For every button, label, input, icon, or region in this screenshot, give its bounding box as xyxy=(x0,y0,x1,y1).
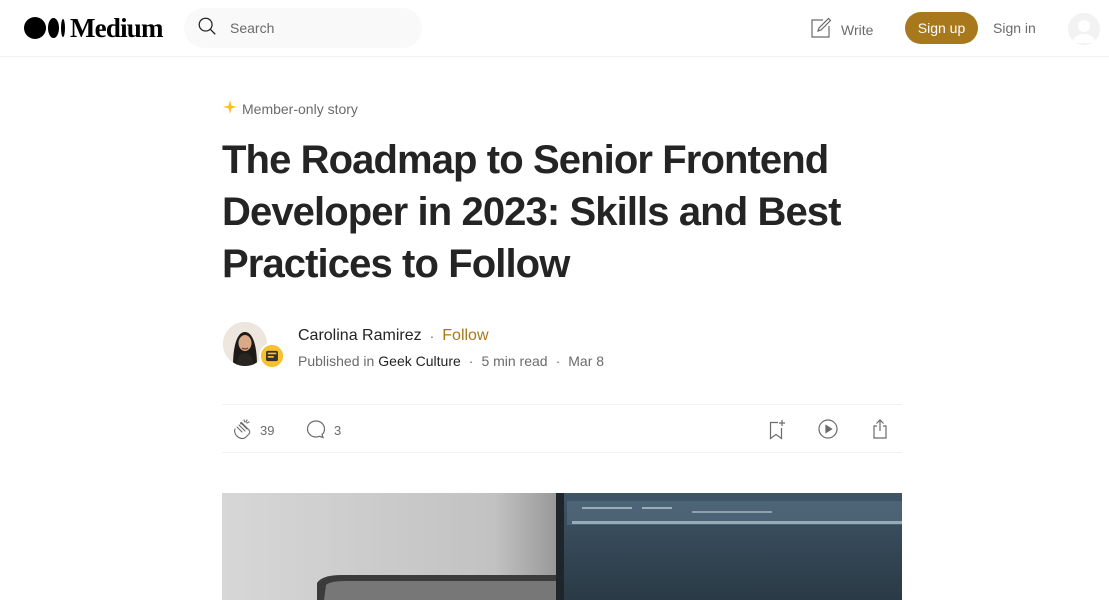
medium-logo-mark xyxy=(24,17,65,39)
share-button[interactable] xyxy=(868,417,892,444)
write-button[interactable]: Write xyxy=(809,16,873,43)
article-actions-bar: 39 3 xyxy=(222,404,902,453)
medium-logo[interactable]: Medium xyxy=(24,12,164,43)
publish-date: Mar 8 xyxy=(568,353,605,369)
author-name-link[interactable]: Carolina Ramirez xyxy=(298,327,422,345)
pencil-icon xyxy=(809,16,833,43)
sign-in-link[interactable]: Sign in xyxy=(993,20,1036,36)
default-avatar-icon xyxy=(1072,20,1096,43)
play-icon xyxy=(816,417,840,444)
published-in-label: Published in xyxy=(298,353,375,369)
response-count: 3 xyxy=(334,423,342,438)
article-hero-image xyxy=(222,493,902,600)
search-bar[interactable] xyxy=(184,8,422,48)
share-icon xyxy=(868,417,892,444)
article-title: The Roadmap to Senior Frontend Developer… xyxy=(222,138,841,286)
publication-link[interactable]: Geek Culture xyxy=(378,353,460,369)
save-bookmark-button[interactable] xyxy=(764,417,788,444)
separator-dot: · xyxy=(468,353,474,369)
write-label: Write xyxy=(841,21,874,38)
read-time: 5 min read xyxy=(481,353,548,369)
clap-button[interactable]: 39 xyxy=(230,417,274,444)
search-icon xyxy=(196,15,218,42)
separator-dot: · xyxy=(429,328,435,344)
separator-dot: · xyxy=(555,353,561,369)
bookmark-plus-icon xyxy=(764,417,788,444)
clap-count: 39 xyxy=(260,423,275,438)
publication-logo xyxy=(261,345,283,367)
article-meta: Published in Geek Culture · 5 min read ·… xyxy=(298,353,604,369)
listen-button[interactable] xyxy=(816,417,840,444)
clap-icon xyxy=(230,417,254,444)
search-input[interactable] xyxy=(230,20,410,36)
member-only-label: Member-only story xyxy=(242,100,358,117)
member-only-badge: Member-only story xyxy=(222,99,358,118)
hero-photo xyxy=(222,493,902,600)
comment-icon xyxy=(304,417,328,444)
user-avatar[interactable] xyxy=(1068,13,1100,45)
responses-button[interactable]: 3 xyxy=(304,417,341,444)
top-navbar: Medium Write Sign up Sign in xyxy=(0,0,1109,57)
medium-logo-text: Medium xyxy=(70,12,164,43)
follow-button[interactable]: Follow xyxy=(442,327,488,345)
sparkle-star-icon xyxy=(222,99,242,118)
sign-up-button[interactable]: Sign up xyxy=(905,12,978,44)
publication-avatar[interactable] xyxy=(259,343,285,369)
author-line: Carolina Ramirez · Follow xyxy=(298,327,489,345)
